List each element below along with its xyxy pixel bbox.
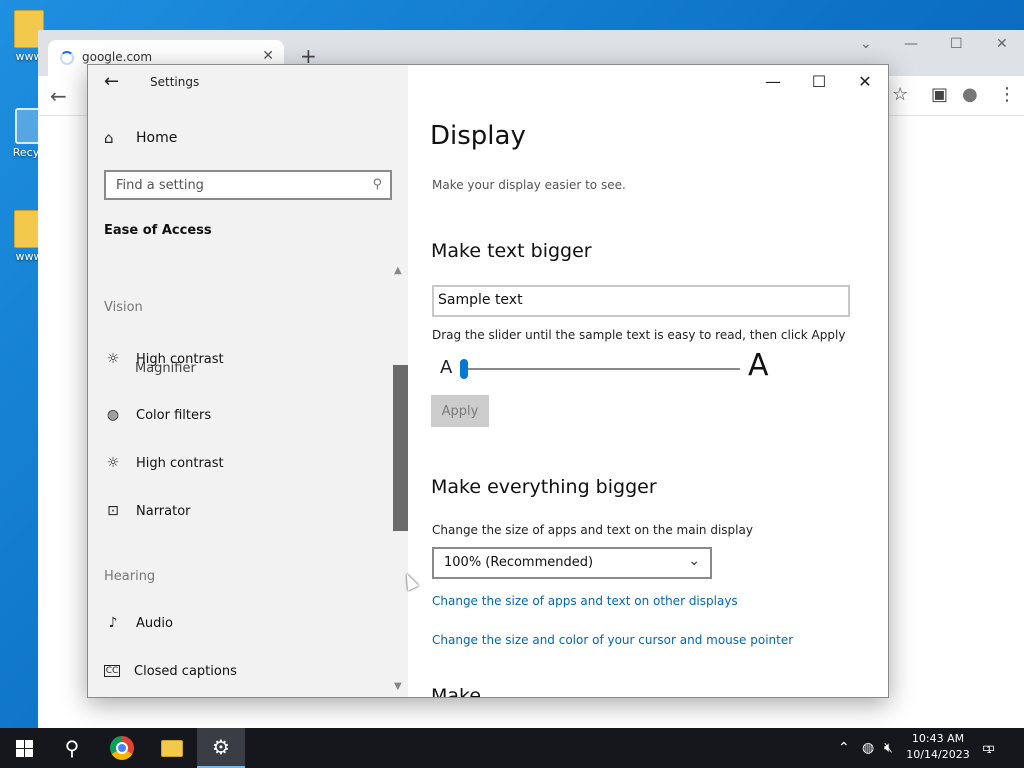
- sidebar-group-hearing: Hearing: [104, 569, 156, 584]
- chevron-down-icon: ⌄: [688, 553, 700, 569]
- section-heading-everything-bigger: Make everything bigger: [431, 476, 657, 498]
- tab-close-icon[interactable]: ✕: [262, 48, 274, 64]
- sidebar-item-home[interactable]: ⌂ Home: [104, 129, 177, 147]
- network-icon: ◍: [862, 740, 875, 756]
- tab-title: google.com: [82, 50, 153, 64]
- chrome-icon: [110, 736, 134, 760]
- search-icon: ⚲: [64, 736, 80, 760]
- sidebar-section-title: Ease of Access: [104, 223, 212, 238]
- browser-menu-icon[interactable]: ⋮: [998, 84, 1016, 105]
- windows-logo-icon: [15, 739, 33, 757]
- search-icon: ⚲: [372, 177, 382, 192]
- browser-minimize-button[interactable]: —: [904, 36, 918, 52]
- sidebar-group-vision: Vision: [104, 300, 143, 315]
- volume-muted-icon: 🔇︎: [884, 740, 893, 756]
- apply-button[interactable]: Apply: [431, 395, 489, 427]
- profile-avatar-icon[interactable]: ●: [962, 84, 978, 105]
- settings-sidebar: ← Settings ⌂ Home ⚲ Ease of Access ▲ ▼ V…: [88, 65, 409, 697]
- text-size-slider-thumb[interactable]: [460, 359, 468, 379]
- sidebar-item-label: High contrast: [136, 351, 224, 367]
- sidebar-item-label: Color filters: [136, 407, 212, 423]
- bookmark-star-icon[interactable]: ☆: [892, 84, 908, 105]
- scroll-up-arrow-icon[interactable]: ▲: [394, 265, 402, 276]
- taskbar-chrome-button[interactable]: [98, 728, 146, 768]
- slider-min-label: A: [440, 357, 453, 378]
- chevron-up-icon: ⌃: [838, 740, 850, 756]
- show-hidden-icons-button[interactable]: ⌃: [838, 728, 850, 768]
- minimize-button[interactable]: —: [750, 65, 796, 97]
- sidebar-item-label: Closed captions: [134, 663, 237, 679]
- sidebar-item-high-contrast[interactable]: ☼ High contrast: [104, 347, 224, 371]
- gear-icon: ⚙: [212, 735, 230, 759]
- link-cursor-pointer[interactable]: Change the size and color of your cursor…: [432, 633, 793, 647]
- narrator-icon: ⊡: [107, 503, 119, 519]
- side-panel-icon[interactable]: ▣: [931, 84, 948, 105]
- clock-date: 10/14/2023: [906, 748, 970, 761]
- sidebar-item-label: Audio: [136, 615, 173, 631]
- search-input[interactable]: [106, 172, 390, 198]
- speaker-icon: ♪: [108, 615, 118, 631]
- browser-maximize-button[interactable]: ☐: [950, 36, 963, 52]
- sidebar-item-high-contrast[interactable]: ☼ High contrast: [104, 451, 224, 475]
- sidebar-item-narrator[interactable]: ⊡ Narrator: [104, 499, 191, 523]
- tab-search-icon[interactable]: ⌄: [860, 36, 872, 52]
- scale-label: Change the size of apps and text on the …: [432, 523, 753, 537]
- volume-tray-button[interactable]: 🔇︎: [884, 728, 893, 768]
- sidebar-item-closed-captions[interactable]: CC Closed captions: [104, 659, 237, 683]
- palette-icon: ◍: [106, 407, 120, 423]
- slider-max-label: A: [748, 348, 769, 383]
- action-center-button[interactable]: ▭ 1: [982, 728, 995, 768]
- taskbar-file-explorer-button[interactable]: [148, 728, 196, 768]
- file-explorer-icon: [161, 739, 183, 757]
- loading-spinner-icon: [60, 51, 74, 65]
- settings-app-title: Settings: [150, 75, 200, 89]
- sidebar-item-audio[interactable]: ♪ Audio: [104, 611, 173, 635]
- sun-icon: ☼: [106, 455, 120, 471]
- sidebar-item-label: Home: [136, 130, 178, 146]
- sidebar-item-label: High contrast: [136, 455, 224, 471]
- browser-close-button[interactable]: ✕: [996, 36, 1008, 52]
- taskbar-clock[interactable]: 10:43 AM 10/14/2023: [900, 731, 976, 763]
- text-size-slider-track[interactable]: [464, 368, 740, 370]
- network-tray-button[interactable]: ◍: [862, 728, 874, 768]
- search-taskbar-button[interactable]: ⚲: [48, 728, 96, 768]
- section-heading-text-bigger: Make text bigger: [431, 240, 592, 262]
- scroll-down-arrow-icon[interactable]: ▼: [394, 681, 402, 692]
- clock-time: 10:43 AM: [911, 732, 965, 745]
- page-subtitle: Make your display easier to see.: [432, 178, 626, 192]
- notification-count: 1: [986, 746, 992, 756]
- scale-dropdown[interactable]: 100% (Recommended) ⌄: [432, 547, 712, 579]
- close-button[interactable]: ✕: [842, 65, 888, 97]
- window-controls: — ☐ ✕: [750, 65, 888, 97]
- cc-icon: CC: [104, 665, 120, 677]
- next-section-heading-cut: Make ...: [431, 685, 506, 697]
- sidebar-item-color-filters[interactable]: ◍ Color filters: [104, 403, 211, 427]
- settings-content: — ☐ ✕ Display Make your display easier t…: [408, 65, 888, 697]
- home-icon: ⌂: [104, 129, 114, 147]
- scale-dropdown-value: 100% (Recommended): [444, 555, 594, 570]
- settings-back-button[interactable]: ←: [104, 71, 119, 92]
- sample-text-preview: Sample text: [432, 285, 850, 317]
- sidebar-item-label: Narrator: [136, 503, 191, 519]
- start-button[interactable]: [0, 728, 48, 768]
- page-title: Display: [430, 121, 526, 151]
- taskbar-settings-button[interactable]: ⚙: [197, 728, 245, 768]
- settings-window: ← Settings ⌂ Home ⚲ Ease of Access ▲ ▼ V…: [87, 64, 889, 698]
- browser-back-button[interactable]: ←: [50, 84, 67, 108]
- settings-search-box[interactable]: ⚲: [104, 170, 392, 200]
- sun-icon: ☼: [106, 351, 120, 367]
- maximize-button[interactable]: ☐: [796, 65, 842, 97]
- link-other-displays[interactable]: Change the size of apps and text on othe…: [432, 594, 738, 608]
- slider-hint: Drag the slider until the sample text is…: [432, 328, 846, 342]
- sidebar-scrollbar-thumb[interactable]: [393, 365, 409, 531]
- taskbar: ⚲ ⚙ ⌃ ◍ 🔇︎ 10:43 AM 10/14/2023 ▭ 1: [0, 728, 1024, 768]
